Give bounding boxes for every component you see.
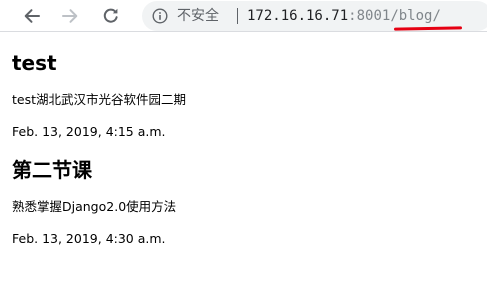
reload-icon (103, 8, 118, 23)
page-content: test test湖北武汉市光谷软件园二期 Feb. 13, 2019, 4:1… (12, 32, 482, 247)
post-title: test (12, 51, 57, 75)
arrow-left-icon (24, 9, 40, 23)
forward-button[interactable] (58, 4, 82, 28)
post-date: Feb. 13, 2019, 4:30 a.m. (12, 231, 166, 246)
blog-post: test test湖北武汉市光谷软件园二期 Feb. 13, 2019, 4:1… (12, 51, 482, 140)
address-separator (237, 8, 238, 24)
url-port: :8001 (348, 8, 391, 24)
reload-button[interactable] (99, 4, 123, 28)
post-body: 熟悉掌握Django2.0使用方法 (12, 199, 177, 214)
post-title: 第二节课 (12, 158, 92, 182)
url-host: 172.16.16.71 (247, 8, 349, 24)
info-icon[interactable] (152, 8, 168, 24)
post-date: Feb. 13, 2019, 4:15 a.m. (12, 124, 166, 139)
browser-toolbar: 不安全 172.16.16.71:8001/blog/ (0, 0, 487, 32)
url-text[interactable]: 172.16.16.71:8001/blog/ (247, 6, 441, 26)
back-button[interactable] (20, 4, 44, 28)
blog-post: 第二节课 熟悉掌握Django2.0使用方法 Feb. 13, 2019, 4:… (12, 158, 482, 247)
url-path: /blog/ (390, 8, 441, 24)
security-status[interactable]: 不安全 (177, 6, 219, 26)
post-body: test湖北武汉市光谷软件园二期 (12, 92, 187, 107)
arrow-right-icon (62, 9, 78, 23)
